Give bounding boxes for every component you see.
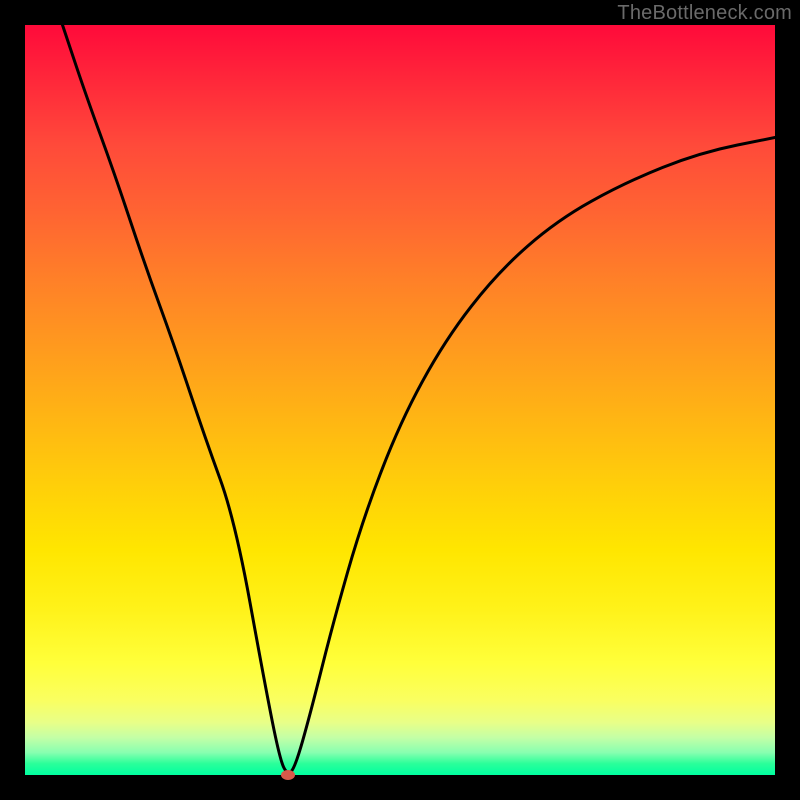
plot-area <box>25 25 775 775</box>
watermark-text: TheBottleneck.com <box>617 2 792 25</box>
minimum-marker <box>281 770 295 780</box>
bottleneck-curve <box>63 25 776 773</box>
chart-container: TheBottleneck.com <box>0 0 800 800</box>
curve-svg <box>25 25 775 775</box>
